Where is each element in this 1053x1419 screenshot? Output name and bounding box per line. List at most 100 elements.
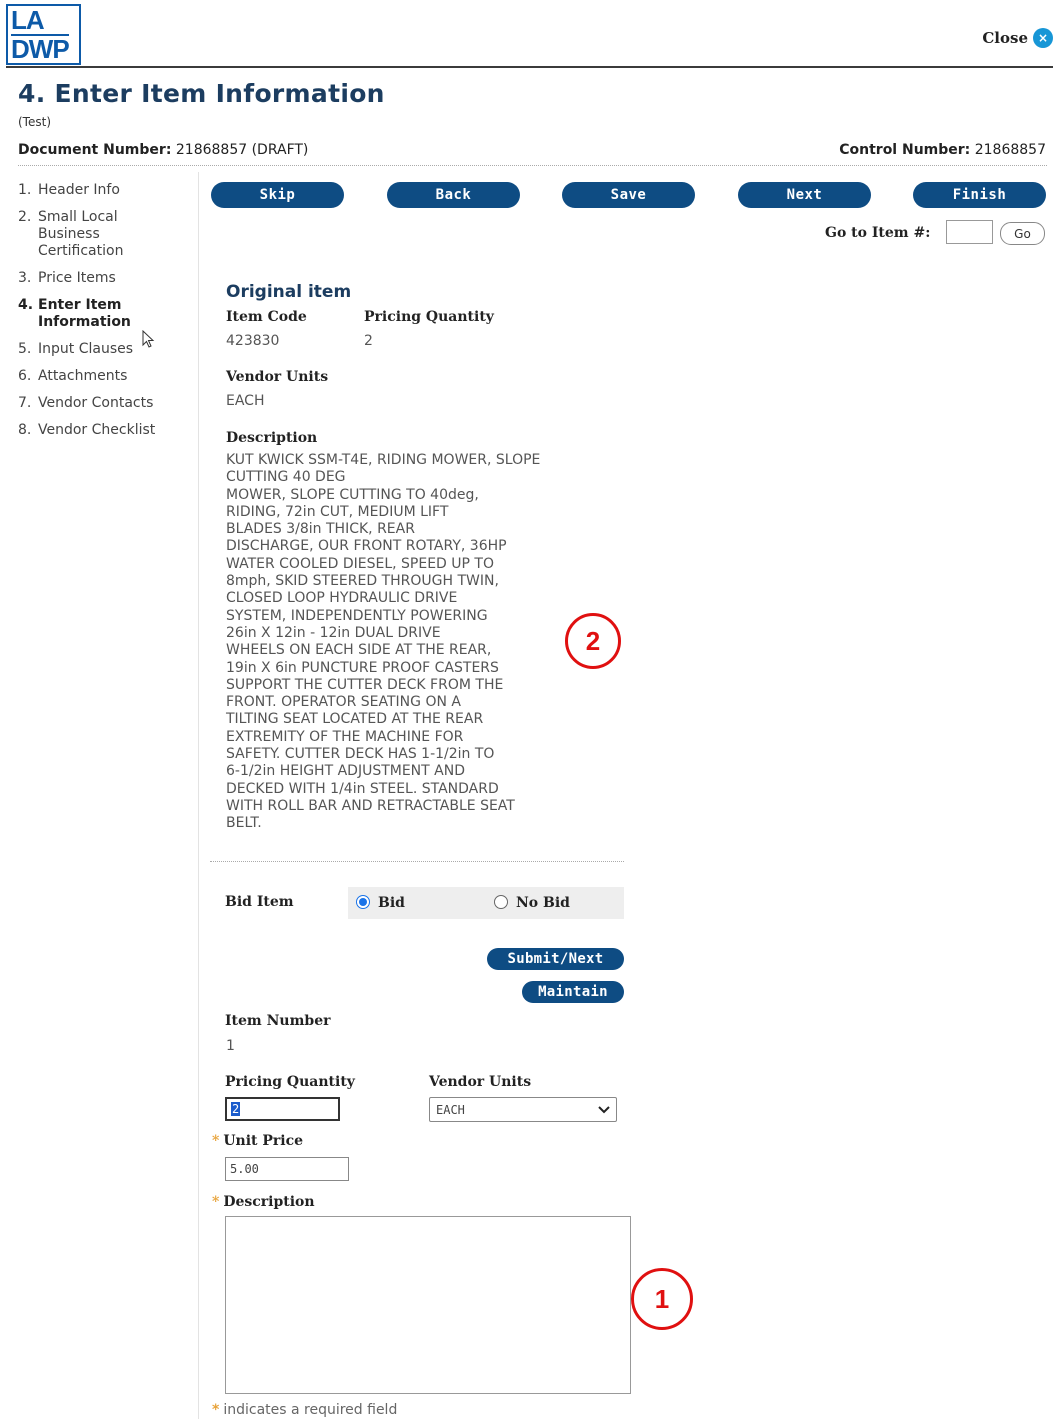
sidebar-item-header-info[interactable]: 1. Header Info — [18, 182, 188, 199]
document-number-label: Document Number: — [18, 142, 172, 158]
required-marker: * — [212, 1194, 220, 1210]
step-number: 5. — [18, 341, 32, 357]
step-navigation: 1. Header Info 2. Small Local Business C… — [18, 182, 188, 449]
bid-radio[interactable] — [356, 895, 370, 909]
unit-price-input[interactable]: 5.00 — [225, 1157, 349, 1181]
annotation-marker-2: 2 — [565, 613, 621, 669]
description-label: * Description — [212, 1194, 315, 1210]
logo-line-1: LA — [11, 5, 45, 35]
no-bid-radio[interactable] — [494, 895, 508, 909]
page-title: 4. Enter Item Information — [18, 79, 385, 108]
sidebar-item-price-items[interactable]: 3. Price Items — [18, 270, 188, 287]
pricing-quantity-input[interactable]: 2 — [225, 1097, 340, 1121]
go-button[interactable]: Go — [1000, 222, 1045, 245]
sidebar-item-label[interactable]: Input Clauses — [38, 341, 133, 358]
sidebar-item-vendor-checklist[interactable]: 8. Vendor Checklist — [18, 422, 188, 439]
page-subtitle: (Test) — [18, 115, 51, 129]
description-line: 26in X 12in - 12in DUAL DRIVE — [226, 624, 441, 641]
step-number: 3. — [18, 270, 32, 286]
vendor-units-label: Vendor Units — [429, 1074, 532, 1090]
goto-item-input[interactable] — [946, 220, 993, 244]
unit-price-label-text: Unit Price — [223, 1133, 304, 1149]
original-description-label: Description — [226, 430, 318, 446]
vendor-units-select[interactable]: EACH — [429, 1097, 617, 1122]
description-line: RIDING, 72in CUT, MEDIUM LIFT — [226, 503, 449, 520]
document-number: Document Number: 21868857 (DRAFT) — [18, 142, 308, 158]
no-bid-option-label[interactable]: No Bid — [516, 895, 570, 911]
back-button[interactable]: Back — [387, 182, 520, 208]
sidebar-item-small-local-business[interactable]: 2. Small Local Business Certification — [18, 209, 188, 260]
annotation-marker-1: 1 — [631, 1268, 693, 1330]
maintain-button[interactable]: Maintain — [522, 981, 624, 1003]
original-description-text: KUT KWICK SSM-T4E, RIDING MOWER, SLOPE C… — [226, 452, 586, 833]
chevron-down-icon[interactable] — [598, 1105, 610, 1114]
description-line: FRONT. OPERATOR SEATING ON A — [226, 694, 461, 711]
description-line: TILTING SEAT LOCATED AT THE REAR — [226, 711, 484, 728]
goto-item-label: Go to Item #: — [825, 225, 931, 241]
mouse-cursor-icon — [142, 330, 155, 348]
sidebar-item-label[interactable]: Attachments — [38, 368, 127, 385]
step-number: 2. — [18, 209, 32, 225]
required-field-note: * indicates a required field — [212, 1402, 397, 1418]
pricing-quantity-value[interactable]: 2 — [231, 1102, 241, 1116]
sidebar-item-vendor-contacts[interactable]: 7. Vendor Contacts — [18, 395, 188, 412]
bid-item-label: Bid Item — [225, 894, 294, 910]
ladwp-logo: LA DWP — [6, 4, 81, 65]
bid-option-label[interactable]: Bid — [378, 895, 405, 911]
required-marker: * — [212, 1133, 220, 1149]
title-divider — [18, 165, 1047, 166]
item-code-value: 423830 — [226, 333, 280, 349]
description-line: EXTREMITY OF THE MACHINE FOR — [226, 728, 464, 745]
description-line: WITH ROLL BAR AND RETRACTABLE SEAT — [226, 797, 515, 814]
sidebar-item-input-clauses[interactable]: 5. Input Clauses — [18, 341, 188, 358]
item-code-label: Item Code — [226, 309, 307, 325]
finish-button[interactable]: Finish — [913, 182, 1046, 208]
description-line: SYSTEM, INDEPENDENTLY POWERING — [226, 607, 488, 624]
close-button[interactable]: Close × — [982, 26, 1053, 50]
sidebar-item-label[interactable]: Header Info — [38, 182, 120, 199]
original-pricing-quantity-label: Pricing Quantity — [364, 309, 494, 325]
logo-line-2: DWP — [11, 34, 70, 64]
item-number-value: 1 — [226, 1038, 235, 1054]
skip-button[interactable]: Skip — [211, 182, 344, 208]
sidebar-item-label[interactable]: Vendor Contacts — [38, 395, 153, 412]
description-line: KUT KWICK SSM-T4E, RIDING MOWER, SLOPE — [226, 452, 541, 468]
required-note-text: indicates a required field — [223, 1402, 398, 1418]
description-line: BELT. — [226, 815, 262, 832]
original-pricing-quantity-value: 2 — [364, 333, 373, 349]
sidebar-item-label[interactable]: Vendor Checklist — [38, 422, 155, 439]
description-line: SUPPORT THE CUTTER DECK FROM THE — [226, 676, 504, 693]
original-item-heading: Original item — [226, 282, 352, 302]
item-number-label: Item Number — [225, 1013, 331, 1029]
description-line: 6-1/2in HEIGHT ADJUSTMENT AND — [226, 763, 465, 780]
step-number: 7. — [18, 395, 32, 411]
description-line: CLOSED LOOP HYDRAULIC DRIVE — [226, 590, 458, 607]
control-number: Control Number: 21868857 — [839, 142, 1046, 158]
sidebar-item-label[interactable]: Enter Item Information — [38, 297, 148, 331]
step-number: 8. — [18, 422, 32, 438]
required-marker: * — [212, 1402, 220, 1418]
section-divider — [210, 861, 624, 862]
description-line: BLADES 3/8in THICK, REAR — [226, 521, 415, 538]
close-icon[interactable]: × — [1033, 28, 1053, 48]
vendor-units-selected[interactable]: EACH — [436, 1103, 465, 1117]
step-number: 4. — [18, 297, 34, 313]
close-label[interactable]: Close — [982, 29, 1028, 47]
description-line: 19in X 6in PUNCTURE PROOF CASTERS — [226, 659, 499, 676]
description-line: DECKED WITH 1/4in STEEL. STANDARD — [226, 780, 499, 797]
description-line: WATER COOLED DIESEL, SPEED UP TO — [226, 555, 494, 572]
step-number: 1. — [18, 182, 32, 198]
sidebar-item-enter-item-information[interactable]: 4. Enter Item Information — [18, 297, 188, 331]
next-button[interactable]: Next — [738, 182, 871, 208]
header-divider — [6, 66, 1053, 68]
save-button[interactable]: Save — [562, 182, 695, 208]
step-number: 6. — [18, 368, 32, 384]
sidebar-item-label[interactable]: Price Items — [38, 270, 116, 287]
submit-next-button[interactable]: Submit/Next — [487, 948, 624, 970]
original-vendor-units-value: EACH — [226, 393, 265, 409]
sidebar-item-attachments[interactable]: 6. Attachments — [18, 368, 188, 385]
description-line: DISCHARGE, OUR FRONT ROTARY, 36HP — [226, 538, 507, 555]
sidebar-item-label[interactable]: Small Local Business Certification — [38, 209, 148, 260]
description-label-text: Description — [223, 1194, 315, 1210]
description-textarea[interactable] — [225, 1216, 631, 1394]
